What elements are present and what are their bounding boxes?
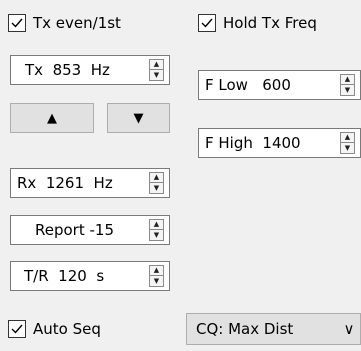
tx-freq-down-button[interactable]: ▼ (107, 103, 170, 133)
report-spinbox[interactable]: Report -15 ▲ ▼ (10, 215, 170, 245)
spin-up-icon[interactable]: ▲ (341, 133, 354, 143)
f-high-spinbox[interactable]: F High 1400 ▲ ▼ (198, 128, 361, 158)
tx-even-checkbox[interactable]: Tx even/1st (8, 11, 121, 35)
cq-mode-selected: CQ: Max Dist (196, 320, 294, 338)
spin-up-icon[interactable]: ▲ (341, 75, 354, 85)
auto-seq-label: Auto Seq (33, 320, 101, 338)
tx-frequency-spinbox[interactable]: Tx 853 Hz ▲ ▼ (10, 55, 170, 85)
hold-tx-freq-checkbox-box[interactable] (198, 14, 216, 32)
tx-even-label: Tx even/1st (33, 14, 121, 32)
spin-up-icon[interactable]: ▲ (150, 266, 163, 276)
rx-frequency-spinbox[interactable]: Rx 1261 Hz ▲ ▼ (10, 168, 170, 198)
tx-freq-up-button[interactable]: ▲ (10, 103, 94, 133)
tr-period-value[interactable]: T/R 120 s (11, 267, 149, 285)
tr-period-spinbox[interactable]: T/R 120 s ▲ ▼ (10, 261, 170, 291)
hold-tx-freq-checkbox[interactable]: Hold Tx Freq (198, 11, 317, 35)
checkmark-icon (201, 18, 213, 28)
tx-even-checkbox-box[interactable] (8, 14, 26, 32)
rx-frequency-stepper[interactable]: ▲ ▼ (149, 172, 164, 194)
triangle-up-icon: ▲ (47, 110, 57, 126)
report-stepper[interactable]: ▲ ▼ (149, 219, 164, 241)
spin-down-icon[interactable]: ▼ (341, 85, 354, 95)
spin-up-icon[interactable]: ▲ (150, 173, 163, 183)
cq-mode-dropdown[interactable]: CQ: Max Dist ∨ (186, 313, 361, 345)
rx-frequency-value[interactable]: Rx 1261 Hz (11, 174, 149, 192)
tx-frequency-stepper[interactable]: ▲ ▼ (149, 59, 164, 81)
checkmark-icon (11, 18, 23, 28)
triangle-down-icon: ▼ (133, 110, 144, 126)
hold-tx-freq-label: Hold Tx Freq (223, 14, 317, 32)
report-value[interactable]: Report -15 (11, 221, 149, 239)
spin-down-icon[interactable]: ▼ (341, 143, 354, 153)
f-low-value[interactable]: F Low 600 (199, 76, 340, 94)
f-low-spinbox[interactable]: F Low 600 ▲ ▼ (198, 70, 361, 100)
auto-seq-checkbox-box[interactable] (8, 320, 26, 338)
spin-down-icon[interactable]: ▼ (150, 276, 163, 286)
tx-frequency-value[interactable]: Tx 853 Hz (11, 61, 149, 79)
checkmark-icon (11, 324, 23, 334)
tr-period-stepper[interactable]: ▲ ▼ (149, 265, 164, 287)
f-low-stepper[interactable]: ▲ ▼ (340, 74, 355, 96)
auto-seq-checkbox[interactable]: Auto Seq (8, 317, 101, 341)
spin-down-icon[interactable]: ▼ (150, 70, 163, 80)
spin-up-icon[interactable]: ▲ (150, 60, 163, 70)
spin-down-icon[interactable]: ▼ (150, 230, 163, 240)
spin-down-icon[interactable]: ▼ (150, 183, 163, 193)
f-high-value[interactable]: F High 1400 (199, 134, 340, 152)
chevron-down-icon[interactable]: ∨ (338, 320, 360, 338)
f-high-stepper[interactable]: ▲ ▼ (340, 132, 355, 154)
spin-up-icon[interactable]: ▲ (150, 220, 163, 230)
